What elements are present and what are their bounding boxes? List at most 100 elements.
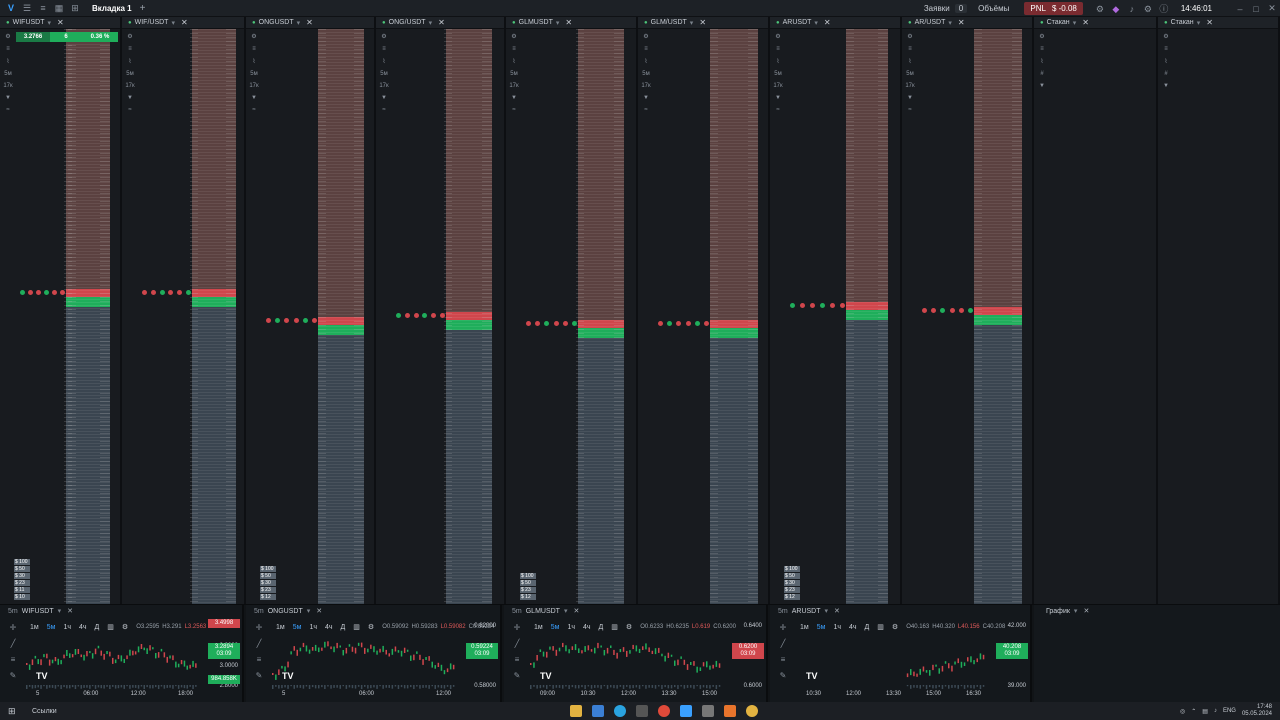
panel-tool-icon[interactable]: ⚙ <box>125 33 135 40</box>
chevron-down-icon[interactable]: ▾ <box>171 19 175 27</box>
chevron-down-icon[interactable]: ▾ <box>48 19 52 27</box>
panel-setting-label[interactable]: 17к <box>249 83 259 89</box>
panel-tool-icon[interactable]: ⚙ <box>249 33 259 40</box>
orderbook-panel[interactable]: ● WIFUSDT ▾ ✕ ⚙ ≡ ⌇ 5м 17к ▼ ≈ $ 100 $ 50 $ 30 $ 23… <box>0 17 122 604</box>
close-panel-icon[interactable]: ✕ <box>1082 18 1089 27</box>
volume-filter[interactable]: $ 12 <box>784 594 800 600</box>
price-axis[interactable]: 3.40003.20003.00002.80003.289403:093.499… <box>206 619 240 689</box>
menu-icon[interactable]: ☰ <box>22 3 32 13</box>
volume-filter[interactable]: $ 50 <box>520 580 536 586</box>
panel-header[interactable]: ● GLMUSDT ▾ ✕ <box>506 17 636 29</box>
volume-filter[interactable]: $ 30 <box>14 573 30 579</box>
panel-tool-icon[interactable]: ⚙ <box>905 33 915 40</box>
close-chart-icon[interactable]: ✕ <box>573 607 579 615</box>
taskbar-clock[interactable]: 17:48 05.05.2024 <box>1242 704 1272 718</box>
volume-filter[interactable]: $ 50 <box>14 566 30 572</box>
timeframe-button[interactable]: 1ч <box>833 624 841 631</box>
crosshair-icon[interactable]: ✛ <box>6 623 20 632</box>
orderbook-panel[interactable]: ● GLMUSDT ▾ ✕ ⚙ ≡ ⌇ 5м 17к ▼ ≈ $ 100 $ 50 $ 23 $ 12 <box>506 17 638 604</box>
close-chart-icon[interactable]: ✕ <box>834 607 840 615</box>
chevron-down-icon[interactable]: ▾ <box>1074 607 1078 615</box>
folder-app-icon[interactable] <box>570 705 582 717</box>
chart-settings-icon[interactable]: ⚙ <box>122 623 128 631</box>
candlestick-plot[interactable] <box>26 633 198 689</box>
grid-icon[interactable]: ⊞ <box>70 3 80 13</box>
panel-tool-icon[interactable]: ≡ <box>1037 46 1047 52</box>
price-axis[interactable]: 0.620000.600000.580000.5922403:09 <box>464 619 498 689</box>
panel-header[interactable]: ● ONG/USDT ▾ ✕ <box>376 17 504 29</box>
panel-tool-icon[interactable]: ≡ <box>509 46 519 52</box>
layout-icon[interactable]: ▦ <box>54 3 64 13</box>
close-panel-icon[interactable]: ✕ <box>565 18 572 27</box>
timeframe-button[interactable]: Д <box>95 624 100 631</box>
timeframe-button[interactable]: 1ч <box>567 624 575 631</box>
app-icon[interactable] <box>592 705 604 717</box>
close-panel-icon[interactable]: ✕ <box>57 18 64 27</box>
telegram-app-icon[interactable] <box>614 705 626 717</box>
panel-tool-icon[interactable]: ⌇ <box>1037 58 1047 65</box>
indicators-icon[interactable]: ▥ <box>611 623 618 631</box>
volume-filter[interactable]: $ 12 <box>520 594 536 600</box>
chart-settings-icon[interactable]: ⚙ <box>626 623 632 631</box>
chevron-down-icon[interactable]: ▾ <box>556 19 560 27</box>
panel-tool-icon[interactable]: # <box>1161 71 1171 77</box>
panel-tool-icon[interactable]: ⚙ <box>773 33 783 40</box>
chart-symbol[interactable]: ONGUSDT <box>268 608 303 615</box>
orderbook-panel[interactable]: ● ARUSDT ▾ ✕ ⚙ ≡ ⌇ 5м 17к ▼ ≈ $ 100 $ 50 $ 30 $ 23 $… <box>770 17 902 604</box>
panel-symbol[interactable]: WIFUSDT <box>13 19 45 26</box>
panel-tool-icon[interactable]: ▼ <box>1161 83 1171 89</box>
panel-tool-icon[interactable]: ≈ <box>509 107 519 113</box>
panel-tool-icon[interactable]: ≈ <box>249 107 259 113</box>
panel-tool-icon[interactable]: ⌇ <box>905 58 915 65</box>
price-chart[interactable]: 5m WIFUSDT ▾ ✕ ✛ ╱ ≡ ✎ 1м 5м 1ч 4ч Д ▥ ⚙ O3.… <box>0 605 244 703</box>
add-tab-icon[interactable]: + <box>140 3 146 14</box>
chrome-app-icon[interactable] <box>746 705 758 717</box>
lines-icon[interactable]: ≡ <box>6 655 20 664</box>
volume-filter[interactable]: $ 30 <box>784 580 800 586</box>
panel-tool-icon[interactable]: ≡ <box>249 46 259 52</box>
tray-up-icon[interactable]: ⌃ <box>1191 708 1196 715</box>
panel-symbol[interactable]: AR/USDT <box>915 19 946 26</box>
panel-tool-icon[interactable]: ▼ <box>773 95 783 101</box>
panel-tool-icon[interactable]: ▼ <box>3 95 13 101</box>
panel-symbol[interactable]: ONG/USDT <box>389 19 426 26</box>
panel-symbol[interactable]: ONGUSDT <box>259 19 294 26</box>
indicators-icon[interactable]: ▥ <box>877 623 884 631</box>
volume-filter[interactable]: $ 23 <box>520 587 536 593</box>
chart-timeframe[interactable]: 5m <box>8 608 18 615</box>
chart-timeframe[interactable]: 5m <box>254 608 264 615</box>
app-icon-5[interactable] <box>724 705 736 717</box>
indicators-icon[interactable]: ▥ <box>353 623 360 631</box>
volume-filter[interactable]: $ 100 <box>784 566 800 572</box>
settings-icon[interactable]: ⚙ <box>1095 4 1105 14</box>
close-panel-icon[interactable]: ✕ <box>1206 18 1213 27</box>
app-icon-3[interactable] <box>658 705 670 717</box>
close-chart-icon[interactable]: ✕ <box>67 607 73 615</box>
price-chart[interactable]: 5m ONGUSDT ▾ ✕ ✛ ╱ ≡ ✎ 1м 5м 1ч 4ч Д ▥ ⚙ O0.… <box>246 605 502 703</box>
chart-title[interactable]: График <box>1046 608 1070 615</box>
orderbook-panel[interactable]: ● GLM/USDT ▾ ✕ ⚙ ≡ ⌇ 5м 17к ▼ ≈ <box>638 17 770 604</box>
panel-tool-icon[interactable]: ≡ <box>773 46 783 52</box>
chevron-down-icon[interactable]: ▾ <box>429 19 433 27</box>
tray-icon[interactable]: ◎ <box>1180 708 1185 715</box>
panel-header[interactable]: ● ONGUSDT ▾ ✕ <box>246 17 374 29</box>
time-axis[interactable]: 10:30 12:00 13:30 15:00 16:30 <box>796 691 986 701</box>
volume-filter[interactable]: $ 50 <box>784 573 800 579</box>
close-panel-icon[interactable]: ✕ <box>306 18 313 27</box>
chart-symbol[interactable]: ARUSDT <box>792 608 821 615</box>
lines-icon[interactable]: ≡ <box>252 655 266 664</box>
panel-setting-label[interactable]: 17к <box>379 83 389 89</box>
panel-symbol[interactable]: WIF/USDT <box>135 19 169 26</box>
panel-setting-label[interactable]: 17к <box>509 83 519 89</box>
volume-filter[interactable]: $ 23 <box>260 587 276 593</box>
panel-tool-icon[interactable]: ≈ <box>3 107 13 113</box>
timeframe-button[interactable]: Д <box>341 624 346 631</box>
brush-icon[interactable]: ✎ <box>510 671 524 680</box>
volume-filter[interactable]: $ 11 <box>14 587 30 593</box>
panel-setting-label[interactable]: 5м <box>379 71 389 77</box>
panel-tool-icon[interactable]: ≈ <box>773 107 783 113</box>
panel-header[interactable]: ● Стакан ▾ ✕ <box>1158 17 1278 29</box>
chart-symbol[interactable]: WIFUSDT <box>22 608 54 615</box>
panel-symbol[interactable]: GLM/USDT <box>651 19 687 26</box>
candlestick-plot[interactable] <box>272 633 456 689</box>
